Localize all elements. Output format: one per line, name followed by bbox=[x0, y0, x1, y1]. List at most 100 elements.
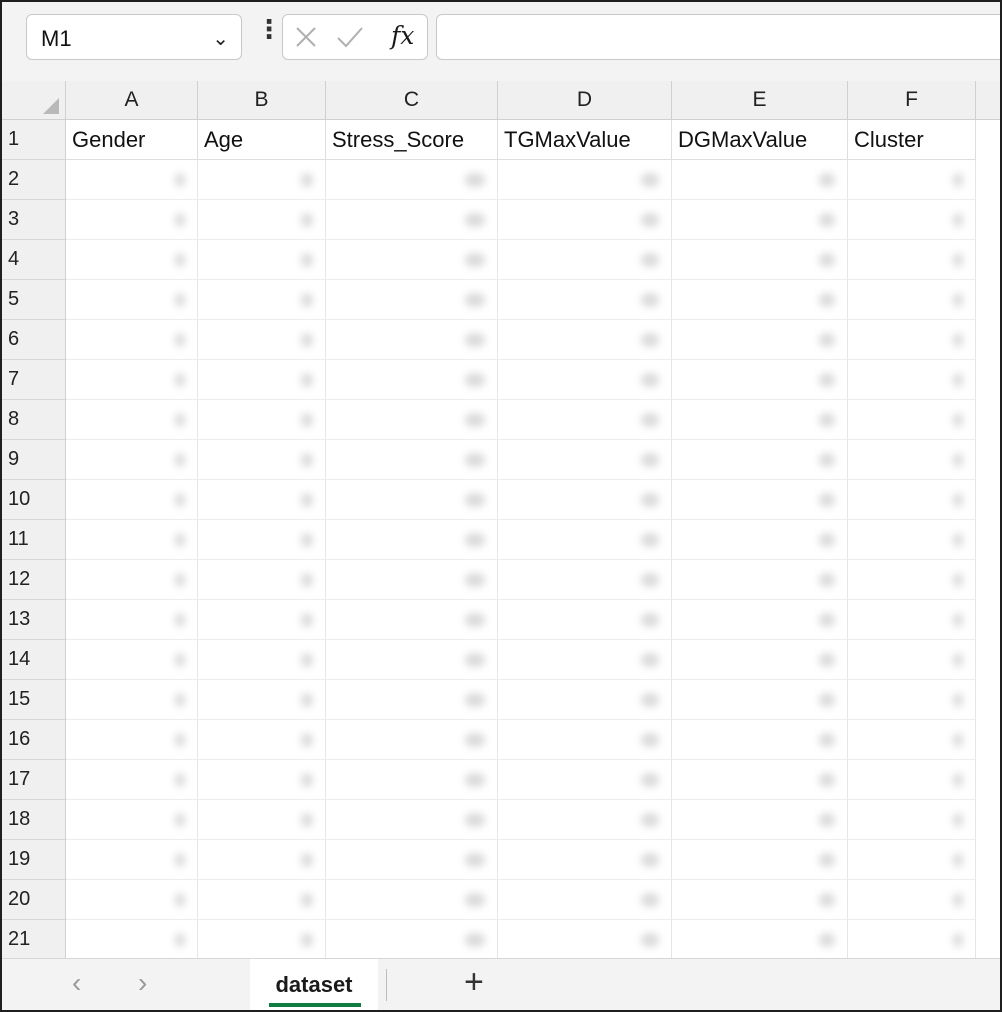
header-cell-b[interactable]: Age bbox=[198, 120, 326, 160]
row-header-21[interactable]: 21 bbox=[2, 920, 66, 960]
formula-input[interactable] bbox=[436, 14, 1000, 60]
column-header-f[interactable]: F bbox=[848, 81, 976, 119]
check-icon[interactable] bbox=[335, 24, 365, 50]
more-options-icon[interactable]: ⋮ bbox=[256, 14, 282, 45]
blurred-cell[interactable] bbox=[498, 720, 672, 760]
blurred-cell[interactable] bbox=[198, 200, 326, 240]
header-cell-c[interactable]: Stress_Score bbox=[326, 120, 498, 160]
chevron-left-icon[interactable]: ‹ bbox=[72, 967, 81, 999]
blurred-cell[interactable] bbox=[498, 360, 672, 400]
blurred-cell[interactable] bbox=[848, 680, 976, 720]
blurred-cell[interactable] bbox=[848, 920, 976, 960]
blurred-cell[interactable] bbox=[66, 880, 198, 920]
blurred-cell[interactable] bbox=[672, 400, 848, 440]
column-header-e[interactable]: E bbox=[672, 81, 848, 119]
blurred-cell[interactable] bbox=[498, 160, 672, 200]
row-header-10[interactable]: 10 bbox=[2, 480, 66, 520]
blurred-cell[interactable] bbox=[672, 880, 848, 920]
blurred-cell[interactable] bbox=[326, 160, 498, 200]
x-icon[interactable] bbox=[293, 24, 319, 50]
blurred-cell[interactable] bbox=[848, 280, 976, 320]
blurred-cell[interactable] bbox=[848, 400, 976, 440]
blurred-cell[interactable] bbox=[498, 760, 672, 800]
blurred-cell[interactable] bbox=[672, 840, 848, 880]
blurred-cell[interactable] bbox=[326, 400, 498, 440]
chevron-down-icon[interactable]: ⌄ bbox=[212, 26, 229, 51]
row-header-15[interactable]: 15 bbox=[2, 680, 66, 720]
blurred-cell[interactable] bbox=[848, 880, 976, 920]
blurred-cell[interactable] bbox=[848, 560, 976, 600]
row-header-9[interactable]: 9 bbox=[2, 440, 66, 480]
blurred-cell[interactable] bbox=[672, 280, 848, 320]
blurred-cell[interactable] bbox=[198, 600, 326, 640]
blurred-cell[interactable] bbox=[498, 880, 672, 920]
blurred-cell[interactable] bbox=[66, 800, 198, 840]
add-sheet-button[interactable]: + bbox=[464, 963, 484, 1002]
blurred-cell[interactable] bbox=[672, 160, 848, 200]
blurred-cell[interactable] bbox=[66, 480, 198, 520]
blurred-cell[interactable] bbox=[198, 800, 326, 840]
blurred-cell[interactable] bbox=[326, 440, 498, 480]
blurred-cell[interactable] bbox=[848, 800, 976, 840]
blurred-cell[interactable] bbox=[326, 520, 498, 560]
blurred-cell[interactable] bbox=[498, 320, 672, 360]
blurred-cell[interactable] bbox=[672, 360, 848, 400]
blurred-cell[interactable] bbox=[498, 200, 672, 240]
blurred-cell[interactable] bbox=[66, 840, 198, 880]
blurred-cell[interactable] bbox=[66, 400, 198, 440]
blurred-cell[interactable] bbox=[672, 760, 848, 800]
blurred-cell[interactable] bbox=[198, 560, 326, 600]
row-header-3[interactable]: 3 bbox=[2, 200, 66, 240]
blurred-cell[interactable] bbox=[498, 600, 672, 640]
blurred-cell[interactable] bbox=[198, 920, 326, 960]
blurred-cell[interactable] bbox=[198, 280, 326, 320]
name-box[interactable]: M1 ⌄ bbox=[26, 14, 242, 60]
row-header-17[interactable]: 17 bbox=[2, 760, 66, 800]
blurred-cell[interactable] bbox=[66, 440, 198, 480]
blurred-cell[interactable] bbox=[326, 200, 498, 240]
blurred-cell[interactable] bbox=[326, 760, 498, 800]
blurred-cell[interactable] bbox=[198, 880, 326, 920]
blurred-cell[interactable] bbox=[198, 360, 326, 400]
blurred-cell[interactable] bbox=[66, 360, 198, 400]
blurred-cell[interactable] bbox=[198, 400, 326, 440]
header-cell-d[interactable]: TGMaxValue bbox=[498, 120, 672, 160]
blurred-cell[interactable] bbox=[672, 480, 848, 520]
row-header-18[interactable]: 18 bbox=[2, 800, 66, 840]
blurred-cell[interactable] bbox=[672, 440, 848, 480]
row-header-1[interactable]: 1 bbox=[2, 120, 66, 160]
blurred-cell[interactable] bbox=[498, 920, 672, 960]
blurred-cell[interactable] bbox=[326, 600, 498, 640]
blurred-cell[interactable] bbox=[198, 840, 326, 880]
row-header-8[interactable]: 8 bbox=[2, 400, 66, 440]
blurred-cell[interactable] bbox=[66, 760, 198, 800]
blurred-cell[interactable] bbox=[672, 200, 848, 240]
blurred-cell[interactable] bbox=[498, 400, 672, 440]
blurred-cell[interactable] bbox=[848, 840, 976, 880]
blurred-cell[interactable] bbox=[498, 520, 672, 560]
row-header-12[interactable]: 12 bbox=[2, 560, 66, 600]
blurred-cell[interactable] bbox=[848, 160, 976, 200]
blurred-cell[interactable] bbox=[66, 520, 198, 560]
blurred-cell[interactable] bbox=[848, 520, 976, 560]
blurred-cell[interactable] bbox=[198, 520, 326, 560]
row-header-2[interactable]: 2 bbox=[2, 160, 66, 200]
row-header-16[interactable]: 16 bbox=[2, 720, 66, 760]
blurred-cell[interactable] bbox=[198, 160, 326, 200]
column-header-c[interactable]: C bbox=[326, 81, 498, 119]
blurred-cell[interactable] bbox=[672, 520, 848, 560]
column-header-a[interactable]: A bbox=[66, 81, 198, 119]
blurred-cell[interactable] bbox=[66, 560, 198, 600]
column-header-b[interactable]: B bbox=[198, 81, 326, 119]
blurred-cell[interactable] bbox=[66, 920, 198, 960]
blurred-cell[interactable] bbox=[198, 640, 326, 680]
blurred-cell[interactable] bbox=[326, 640, 498, 680]
blurred-cell[interactable] bbox=[326, 280, 498, 320]
blurred-cell[interactable] bbox=[326, 480, 498, 520]
row-header-11[interactable]: 11 bbox=[2, 520, 66, 560]
blurred-cell[interactable] bbox=[498, 440, 672, 480]
header-cell-f[interactable]: Cluster bbox=[848, 120, 976, 160]
column-header-d[interactable]: D bbox=[498, 81, 672, 119]
blurred-cell[interactable] bbox=[672, 720, 848, 760]
blurred-cell[interactable] bbox=[672, 680, 848, 720]
